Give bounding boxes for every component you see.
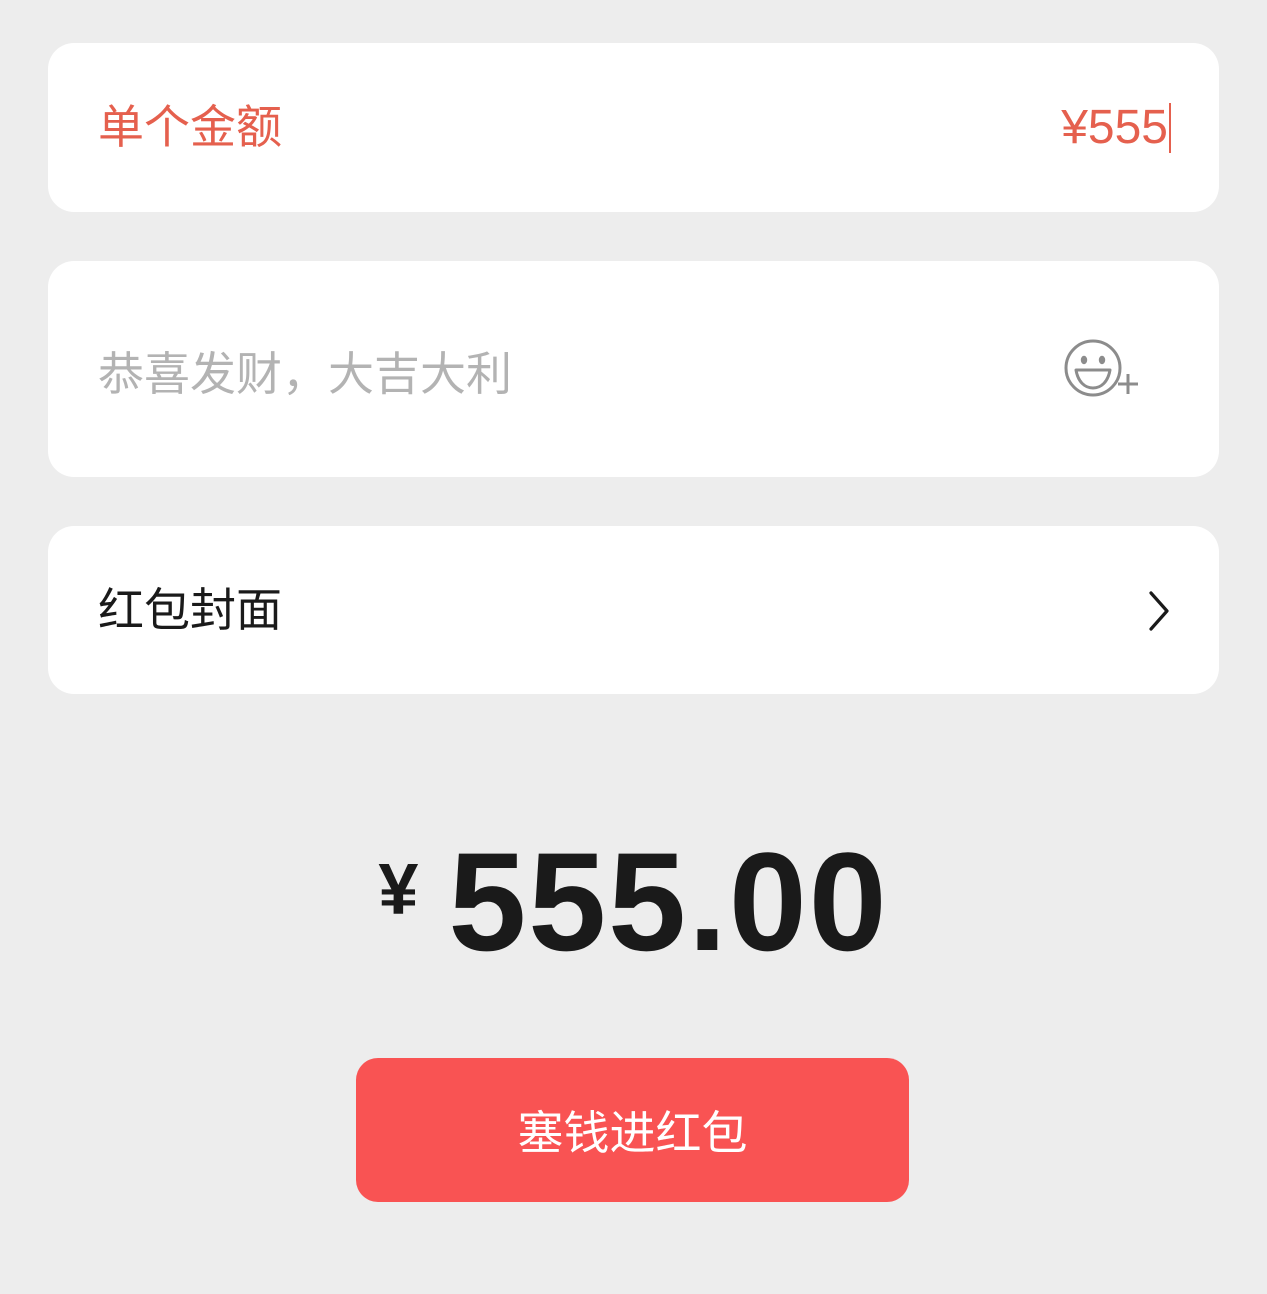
- cover-label: 红包封面: [98, 583, 282, 637]
- amount-value-text: ¥555: [1061, 101, 1168, 154]
- total-amount: ¥ 555.00: [0, 823, 1267, 980]
- chevron-right-icon: [1149, 591, 1169, 631]
- total-currency-symbol: ¥: [378, 850, 419, 930]
- red-packet-cover-row[interactable]: 红包封面: [48, 526, 1219, 694]
- text-caret: [1169, 102, 1171, 153]
- greeting-input[interactable]: [98, 341, 998, 407]
- total-amount-value: 555.00: [448, 823, 889, 980]
- amount-input[interactable]: ¥555: [1061, 43, 1171, 212]
- submit-red-packet-button[interactable]: 塞钱进红包: [356, 1058, 909, 1202]
- amount-row[interactable]: 单个金额 ¥555: [48, 43, 1219, 212]
- emoji-add-icon[interactable]: [1063, 338, 1143, 400]
- greeting-row: [48, 261, 1219, 477]
- amount-label: 单个金额: [98, 100, 282, 154]
